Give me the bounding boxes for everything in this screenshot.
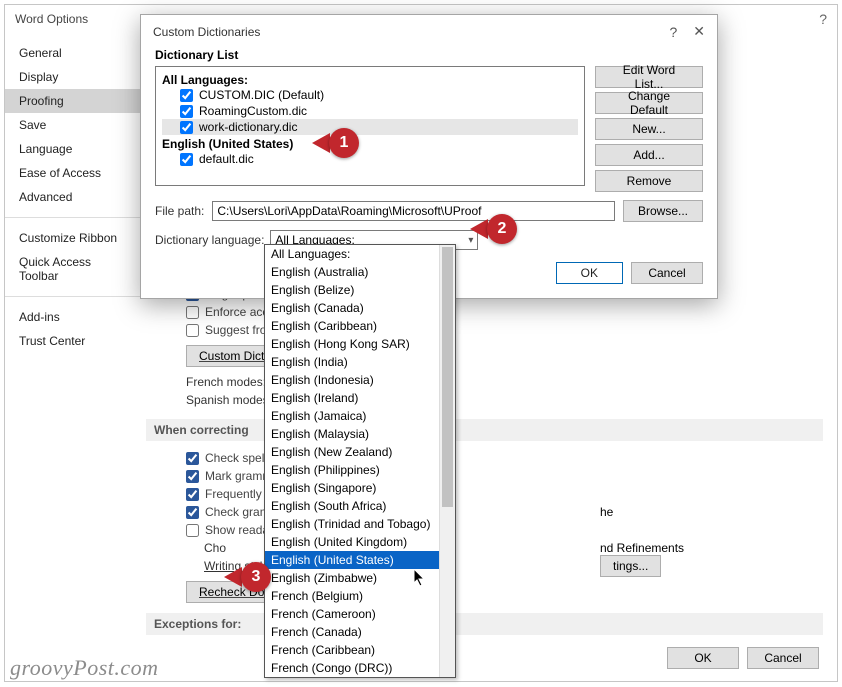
file-path-field[interactable]	[212, 201, 615, 221]
file-path-label: File path:	[155, 204, 204, 218]
dict-item-label[interactable]: RoamingCustom.dic	[199, 104, 307, 118]
close-icon[interactable]: ✕	[693, 23, 705, 40]
frequently-label: Frequently c	[205, 487, 271, 501]
sidebar-divider	[5, 217, 140, 218]
change-default-button[interactable]: Change Default	[595, 92, 703, 114]
language-option[interactable]: French (Congo (DRC))	[265, 659, 455, 677]
language-option[interactable]: French (Caribbean)	[265, 641, 455, 659]
word-options-cancel-button[interactable]: Cancel	[747, 647, 819, 669]
remove-button[interactable]: Remove	[595, 170, 703, 192]
language-option[interactable]: English (Singapore)	[265, 479, 455, 497]
sidebar-item-display[interactable]: Display	[5, 65, 140, 89]
language-option[interactable]: English (United States)	[265, 551, 455, 569]
callout-badge-1: 1	[312, 128, 359, 158]
custom-dictionaries-titlebar: Custom Dictionaries ? ✕	[141, 15, 717, 48]
dict-checkbox[interactable]	[180, 153, 193, 166]
dictionary-list-label: Dictionary List	[155, 48, 703, 62]
sidebar-item-language[interactable]: Language	[5, 137, 140, 161]
language-option[interactable]: English (Belize)	[265, 281, 455, 299]
sidebar-item-customize-ribbon[interactable]: Customize Ribbon	[5, 226, 140, 250]
mark-grammar-checkbox[interactable]	[186, 470, 199, 483]
sidebar-item-add-ins[interactable]: Add-ins	[5, 305, 140, 329]
language-option[interactable]: English (South Africa)	[265, 497, 455, 515]
language-option[interactable]: French (Canada)	[265, 623, 455, 641]
fragment-nd: nd Refinements	[600, 541, 684, 555]
language-option[interactable]: English (Hong Kong SAR)	[265, 335, 455, 353]
scrollbar[interactable]	[439, 245, 455, 677]
language-option[interactable]: English (Philippines)	[265, 461, 455, 479]
fragment-he: he	[600, 505, 613, 519]
listbox-group-en: English (United States)	[162, 137, 578, 151]
dictionary-side-buttons: Edit Word List... Change Default New... …	[595, 66, 703, 192]
custom-dictionaries-title: Custom Dictionaries	[153, 25, 260, 39]
dict-checkbox[interactable]	[180, 105, 193, 118]
mark-grammar-label: Mark gramm	[205, 469, 272, 483]
custom-dictionaries-ok-button[interactable]: OK	[556, 262, 623, 284]
edit-word-list-button[interactable]: Edit Word List...	[595, 66, 703, 88]
readability-checkbox[interactable]	[186, 524, 199, 537]
callout-badge-3: 3	[224, 562, 271, 592]
language-option[interactable]: English (Malaysia)	[265, 425, 455, 443]
sidebar-item-save[interactable]: Save	[5, 113, 140, 137]
dictionary-language-label: Dictionary language:	[155, 233, 264, 247]
check-grammar2-checkbox[interactable]	[186, 506, 199, 519]
dict-checkbox[interactable]	[180, 121, 193, 134]
language-option[interactable]: All Languages:	[265, 245, 455, 263]
language-option[interactable]: English (New Zealand)	[265, 443, 455, 461]
mouse-cursor-icon	[414, 569, 428, 587]
word-options-title: Word Options	[15, 12, 88, 26]
dict-item-label[interactable]: default.dic	[199, 152, 254, 166]
language-option[interactable]: English (Canada)	[265, 299, 455, 317]
sidebar-divider	[5, 296, 140, 297]
dict-item-label[interactable]: CUSTOM.DIC (Default)	[199, 88, 324, 102]
language-option[interactable]: English (Ireland)	[265, 389, 455, 407]
language-option[interactable]: French (Cameroon)	[265, 605, 455, 623]
language-option[interactable]: French (Belgium)	[265, 587, 455, 605]
add-button[interactable]: Add...	[595, 144, 703, 166]
dict-item-label[interactable]: work-dictionary.dic	[199, 120, 297, 134]
language-option[interactable]: English (Indonesia)	[265, 371, 455, 389]
language-option[interactable]: English (India)	[265, 353, 455, 371]
enforce-checkbox[interactable]	[186, 306, 199, 319]
spanish-modes-label: Spanish modes:	[186, 393, 272, 407]
sidebar-item-ease-of-access[interactable]: Ease of Access	[5, 161, 140, 185]
callout-badge-2: 2	[470, 214, 517, 244]
language-option[interactable]: English (Caribbean)	[265, 317, 455, 335]
language-option[interactable]: English (Australia)	[265, 263, 455, 281]
options-sidebar: General Display Proofing Save Language E…	[5, 33, 140, 679]
sidebar-item-general[interactable]: General	[5, 41, 140, 65]
new-button[interactable]: New...	[595, 118, 703, 140]
section-exceptions: Exceptions for:	[146, 613, 823, 635]
sidebar-item-trust-center[interactable]: Trust Center	[5, 329, 140, 353]
scrollbar-thumb[interactable]	[442, 247, 453, 507]
watermark: groovyPost.com	[10, 655, 159, 681]
word-options-ok-button[interactable]: OK	[667, 647, 739, 669]
settings-button[interactable]: tings...	[600, 555, 661, 577]
listbox-group-all: All Languages:	[162, 73, 578, 87]
sidebar-item-proofing[interactable]: Proofing	[5, 89, 140, 113]
browse-button[interactable]: Browse...	[623, 200, 703, 222]
section-when-correcting: When correcting	[146, 419, 823, 441]
frequently-checkbox[interactable]	[186, 488, 199, 501]
sidebar-item-quick-access-toolbar[interactable]: Quick Access Toolbar	[5, 250, 140, 288]
suggest-checkbox[interactable]	[186, 324, 199, 337]
custom-dictionaries-cancel-button[interactable]: Cancel	[631, 262, 703, 284]
help-icon[interactable]: ?	[669, 24, 677, 40]
check-spelling-checkbox[interactable]	[186, 452, 199, 465]
cho-label: Cho	[204, 541, 226, 555]
french-modes-label: French modes:	[186, 375, 266, 389]
language-dropdown[interactable]: All Languages:English (Australia)English…	[264, 244, 456, 678]
language-option[interactable]: English (United Kingdom)	[265, 533, 455, 551]
language-option[interactable]: English (Jamaica)	[265, 407, 455, 425]
dict-checkbox[interactable]	[180, 89, 193, 102]
sidebar-item-advanced[interactable]: Advanced	[5, 185, 140, 209]
language-option[interactable]: English (Trinidad and Tobago)	[265, 515, 455, 533]
dictionary-listbox[interactable]: All Languages: CUSTOM.DIC (Default) Roam…	[155, 66, 585, 186]
help-icon[interactable]: ?	[819, 11, 827, 27]
